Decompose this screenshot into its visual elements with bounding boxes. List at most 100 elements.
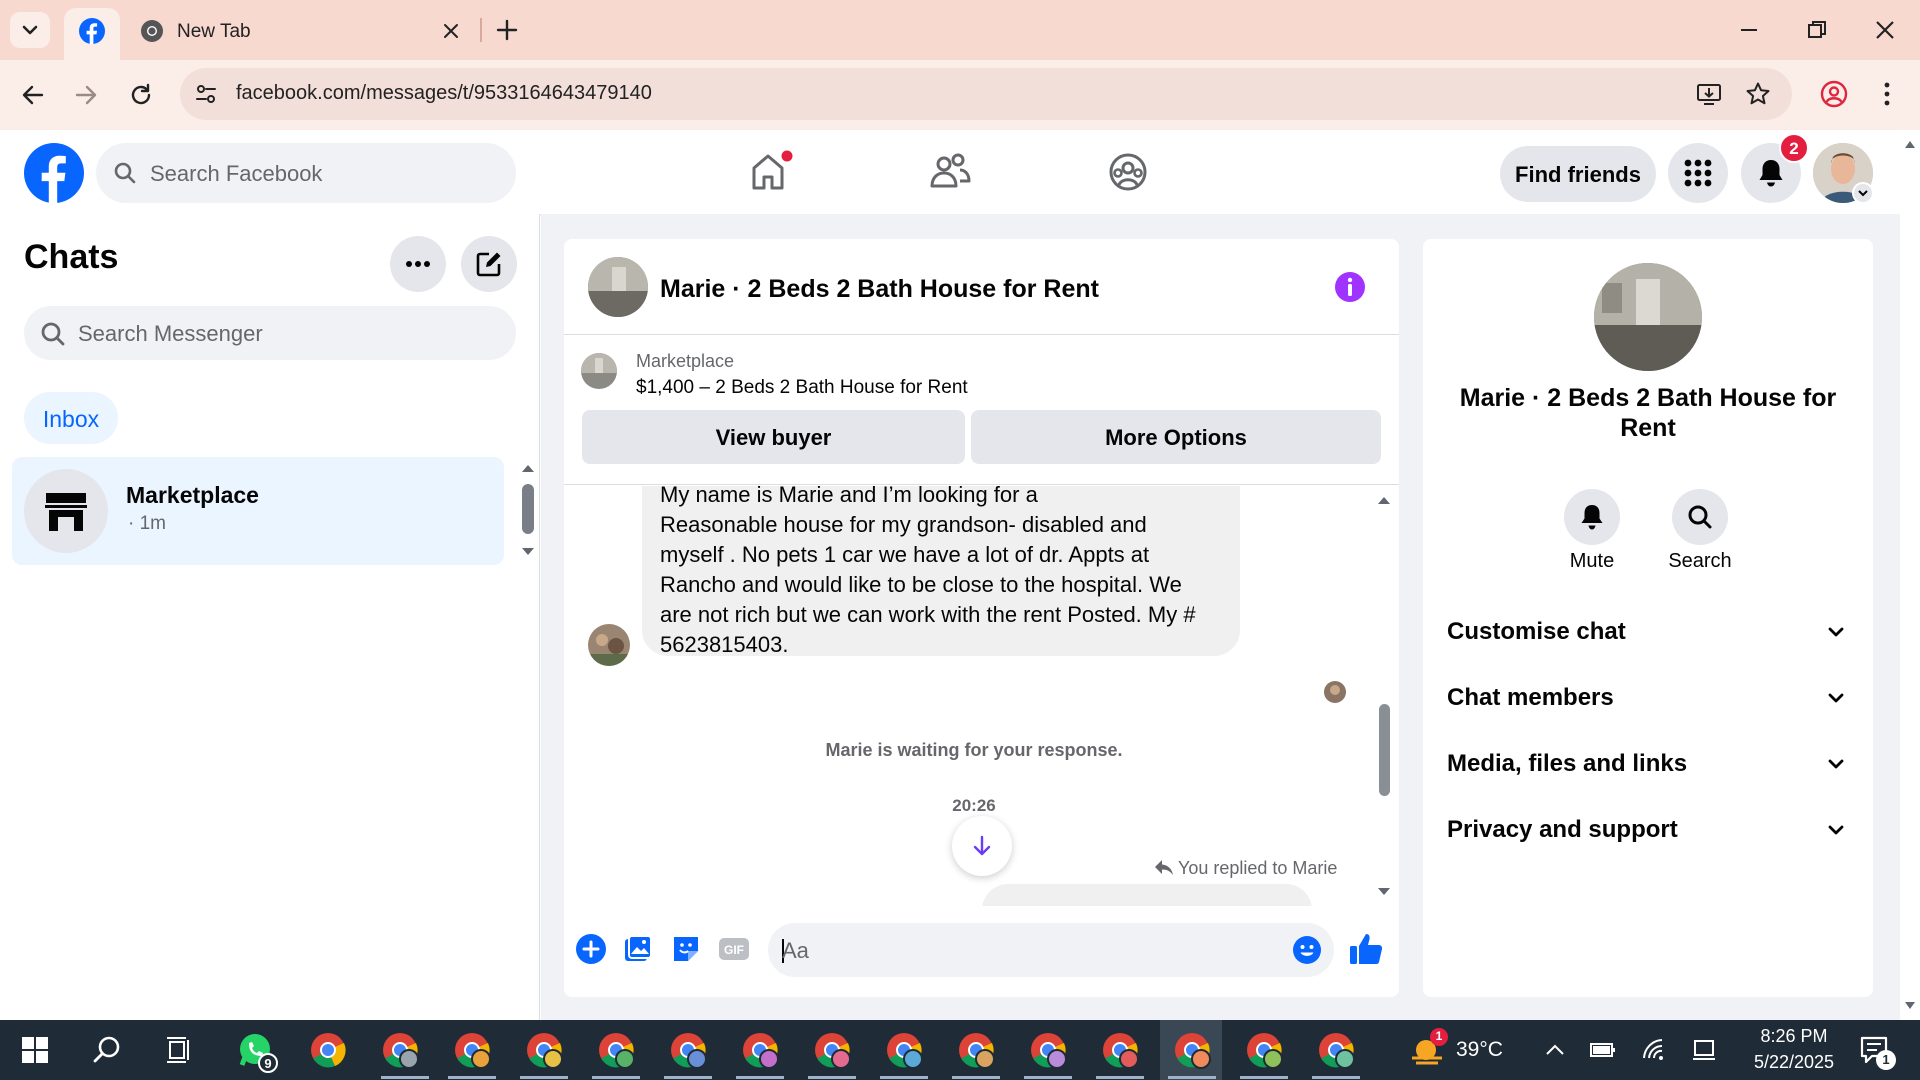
chrome-profile-icon[interactable] [741,1031,779,1069]
scroll-to-bottom-button[interactable] [952,816,1012,876]
chat-list-item[interactable]: Marketplace · 1m [12,457,504,565]
chrome-profile-icon[interactable] [1173,1031,1211,1069]
chrome-profile-icon[interactable] [813,1031,851,1069]
back-arrow-icon[interactable] [20,82,46,108]
address-bar[interactable]: facebook.com/messages/t/9533164643479140 [180,68,1792,120]
scroll-up-arrow-icon[interactable] [520,462,536,474]
nav-home[interactable] [740,144,800,200]
browser-menu-icon[interactable] [1874,80,1900,108]
running-indicator [520,1076,568,1079]
chat-options-button[interactable] [390,236,446,292]
chrome-profile-icon[interactable] [1245,1031,1283,1069]
thread-scrollbar[interactable] [1379,704,1390,796]
page-scroll-down-icon[interactable] [1903,1000,1917,1012]
clock-date[interactable]: 5/22/2025 [1744,1052,1844,1073]
taskbar-whatsapp[interactable]: 9 [236,1031,278,1073]
taskbar-search-icon[interactable] [92,1035,122,1065]
page-scroll-up-icon[interactable] [1903,138,1917,150]
restore-icon[interactable] [1805,18,1829,42]
display-icon[interactable] [1692,1038,1716,1062]
page-scrollbar[interactable] [1900,130,1920,1020]
plus-circle-icon[interactable] [575,933,607,965]
nav-friends[interactable] [920,144,980,200]
notifications-button[interactable]: 2 [1741,133,1809,203]
profile-icon[interactable] [1820,80,1848,108]
info-icon[interactable] [1334,271,1366,303]
find-friends-button[interactable]: Find friends [1500,146,1656,202]
sticker-icon[interactable] [670,933,702,965]
chat-members-row[interactable]: Chat members [1447,678,1847,718]
bookmark-star-icon[interactable] [1745,81,1771,107]
new-tab-plus-icon[interactable] [495,18,519,42]
scroll-down-arrow-icon[interactable] [520,546,536,558]
close-window-icon[interactable] [1873,18,1897,42]
chrome-icon[interactable] [309,1031,347,1069]
tray-chevron-up-icon[interactable] [1544,1040,1566,1060]
listing-thumbnail[interactable] [581,353,617,389]
wifi-icon[interactable] [1640,1037,1666,1061]
task-view-icon[interactable] [166,1037,194,1063]
reload-icon[interactable] [128,82,154,108]
url-text[interactable]: facebook.com/messages/t/9533164643479140 [236,82,652,105]
gif-icon[interactable]: GIF [718,933,750,965]
facebook-logo-icon[interactable] [24,143,84,203]
view-buyer-button[interactable]: View buyer [582,410,965,464]
site-info-icon[interactable] [194,82,218,106]
chrome-profile-icon[interactable] [1317,1031,1355,1069]
thread-scroll-down-icon[interactable] [1376,886,1392,898]
weather-widget[interactable]: 1 [1408,1028,1448,1068]
chrome-profile-icon[interactable] [1101,1031,1139,1069]
messenger-search-input[interactable]: Search Messenger [24,306,516,360]
windows-start-icon[interactable] [22,1037,48,1063]
conversation-title[interactable]: Marie · 2 Beds 2 Bath House for Rent [660,275,1099,304]
message-input[interactable]: Aa [768,923,1334,977]
chrome-profile-icon[interactable] [597,1031,635,1069]
tab-inbox[interactable]: Inbox [24,392,118,444]
nav-groups[interactable] [1098,144,1158,200]
listing-title[interactable]: $1,400 – 2 Beds 2 Bath House for Rent [636,377,968,399]
media-files-links-row[interactable]: Media, files and links [1447,744,1847,784]
chevron-down-icon [1828,693,1844,703]
quoted-reply-bubble[interactable] [982,884,1312,906]
minimize-icon[interactable] [1737,18,1761,42]
chrome-profile-icon[interactable] [957,1031,995,1069]
temperature[interactable]: 39°C [1456,1038,1503,1062]
details-avatar[interactable] [1594,263,1702,371]
chevron-down-icon [22,25,38,35]
mute-button[interactable] [1564,489,1620,545]
thread-scroll-up-icon[interactable] [1376,494,1392,506]
customise-chat-row[interactable]: Customise chat [1447,612,1847,652]
more-options-button[interactable]: More Options [971,410,1381,464]
chrome-profile-icon[interactable] [1029,1031,1067,1069]
tab-facebook[interactable] [64,8,120,60]
sender-avatar[interactable] [588,624,630,666]
facebook-search-input[interactable]: Search Facebook [96,143,516,203]
chrome-profile-icon[interactable] [669,1031,707,1069]
account-chevron[interactable] [1852,182,1874,204]
chevron-down-icon [1828,825,1844,835]
chrome-profile-icon[interactable] [453,1031,491,1069]
like-thumb-icon[interactable] [1348,931,1384,967]
clock-time[interactable]: 8:26 PM [1748,1026,1840,1047]
search-in-conversation-button[interactable] [1672,489,1728,545]
tab-new-tab[interactable]: New Tab [130,8,470,54]
battery-icon[interactable] [1590,1040,1616,1060]
running-indicator [1024,1076,1072,1079]
chat-list-scrollbar[interactable] [522,484,534,534]
chrome-profile-icon[interactable] [885,1031,923,1069]
install-app-icon[interactable] [1696,81,1722,107]
forward-arrow-icon[interactable] [73,82,99,108]
chrome-profile-icon[interactable] [525,1031,563,1069]
bell-icon [1581,505,1603,530]
new-message-button[interactable] [461,236,517,292]
photo-icon[interactable] [622,933,654,965]
conversation-avatar[interactable] [588,257,648,317]
emoji-icon[interactable] [1292,935,1322,965]
tab-search-button[interactable] [10,12,50,48]
chrome-profile-icon[interactable] [381,1031,419,1069]
chat-time: · 1m [128,513,166,534]
view-buyer-label: View buyer [715,425,832,450]
close-tab-icon[interactable] [442,22,460,40]
menu-button[interactable] [1668,143,1728,203]
privacy-support-row[interactable]: Privacy and support [1447,810,1847,850]
